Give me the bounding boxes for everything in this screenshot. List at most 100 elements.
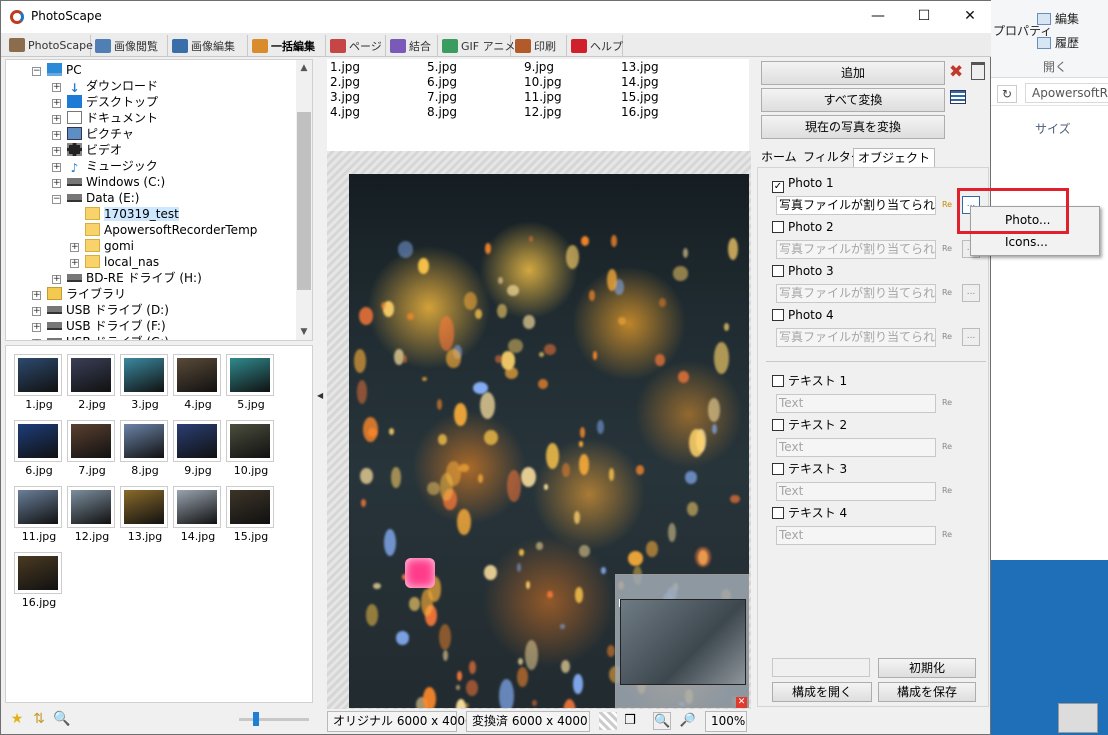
tab-4[interactable]: ページ: [326, 35, 386, 57]
tree-scrollbar[interactable]: ▲ ▼: [296, 60, 312, 340]
expand-icon[interactable]: +: [52, 163, 61, 172]
minimize-button[interactable]: —: [855, 1, 901, 31]
expand-icon[interactable]: +: [32, 291, 41, 300]
thumbnail-item[interactable]: 7.jpg: [67, 414, 117, 477]
text-input[interactable]: Text: [776, 394, 936, 413]
tree-item[interactable]: + USB ドライブ (D:): [32, 302, 169, 318]
tab-object[interactable]: オブジェクト: [853, 148, 936, 168]
refresh-icon[interactable]: ↻: [997, 85, 1017, 103]
desktop-app-icon[interactable]: [1058, 703, 1098, 733]
thumbnail-image[interactable]: [67, 486, 115, 528]
photo-checkbox[interactable]: [772, 309, 784, 321]
thumbnail-item[interactable]: 4.jpg: [173, 348, 223, 411]
file-list-item[interactable]: 9.jpg: [524, 60, 554, 74]
thumbnail-image[interactable]: [14, 354, 62, 396]
thumbnail-item[interactable]: 6.jpg: [14, 414, 64, 477]
thumbnail-image[interactable]: [14, 552, 62, 594]
file-list-item[interactable]: 6.jpg: [427, 75, 457, 89]
file-list-item[interactable]: 12.jpg: [524, 105, 562, 119]
text-checkbox[interactable]: [772, 463, 784, 475]
thumbnail-image[interactable]: [120, 354, 168, 396]
tree-item[interactable]: + local_nas: [70, 254, 159, 270]
tree-item[interactable]: + ビデオ: [52, 142, 122, 158]
photo-edit-icon[interactable]: Re: [938, 196, 956, 214]
panel-splitter[interactable]: ◀: [315, 345, 325, 439]
convert-all-button[interactable]: すべて変換: [761, 88, 945, 112]
folder-sync-icon[interactable]: ⇅: [31, 711, 47, 727]
tree-item[interactable]: + ライブラリ: [32, 286, 126, 302]
tree-item[interactable]: ApowersoftRecorderTemp: [70, 222, 257, 238]
tab-8[interactable]: ヘルプ: [567, 35, 623, 57]
photo-edit-icon[interactable]: Re: [938, 328, 956, 346]
collapse-icon[interactable]: −: [32, 67, 41, 76]
tree-item[interactable]: + ピクチャ: [52, 126, 134, 142]
photo-edit-icon[interactable]: Re: [938, 284, 956, 302]
thumbnail-item[interactable]: 12.jpg: [67, 480, 117, 543]
file-list-item[interactable]: 1.jpg: [330, 60, 360, 74]
file-list-item[interactable]: 8.jpg: [427, 105, 457, 119]
file-list-item[interactable]: 15.jpg: [621, 90, 659, 104]
navigator-close-icon[interactable]: ✕: [736, 697, 747, 708]
zoom-in-icon[interactable]: 🔎: [679, 712, 697, 730]
expand-icon[interactable]: +: [52, 275, 61, 284]
thumbnail-size-slider-knob[interactable]: [253, 712, 259, 726]
file-list-item[interactable]: 3.jpg: [330, 90, 360, 104]
thumbnail-item[interactable]: 11.jpg: [14, 480, 64, 543]
scroll-down-icon[interactable]: ▼: [296, 324, 312, 340]
convert-current-button[interactable]: 現在の写真を変換: [761, 115, 945, 139]
tab-home[interactable]: ホーム: [757, 148, 801, 168]
expand-icon[interactable]: +: [70, 259, 79, 268]
save-config-button[interactable]: 構成を保存: [878, 682, 976, 702]
thumbnail-item[interactable]: 3.jpg: [120, 348, 170, 411]
file-list-item[interactable]: 2.jpg: [330, 75, 360, 89]
text-checkbox[interactable]: [772, 419, 784, 431]
text-checkbox-row[interactable]: テキスト 1: [772, 374, 847, 390]
fit-screen-icon[interactable]: ❒: [621, 712, 639, 730]
close-button[interactable]: ✕: [947, 1, 993, 31]
thumbnail-item[interactable]: 9.jpg: [173, 414, 223, 477]
file-list-item[interactable]: 7.jpg: [427, 90, 457, 104]
tree-item[interactable]: + ドキュメント: [52, 110, 158, 126]
tab-5[interactable]: 結合: [386, 35, 438, 57]
photo-checkbox[interactable]: ✓: [772, 181, 784, 193]
thumbnail-item[interactable]: 2.jpg: [67, 348, 117, 411]
thumbnail-image[interactable]: [173, 486, 221, 528]
photo-checkbox-row[interactable]: Photo 4: [772, 308, 834, 324]
photo-file-field[interactable]: 写真ファイルが割り当てられていません: [776, 240, 936, 259]
tree-item[interactable]: + USB ドライブ (G:): [32, 334, 169, 340]
text-checkbox[interactable]: [772, 507, 784, 519]
expand-icon[interactable]: +: [52, 147, 61, 156]
expand-icon[interactable]: +: [52, 83, 61, 92]
expand-icon[interactable]: +: [32, 323, 41, 332]
tree-item[interactable]: + デスクトップ: [52, 94, 158, 110]
preset-field[interactable]: [772, 658, 870, 677]
thumbnail-item[interactable]: 13.jpg: [120, 480, 170, 543]
photo-browse-button[interactable]: ...: [962, 284, 980, 302]
expand-icon[interactable]: +: [52, 115, 61, 124]
thumbnail-item[interactable]: 10.jpg: [226, 414, 276, 477]
favorite-star-icon[interactable]: ★: [9, 711, 25, 727]
file-list-item[interactable]: 14.jpg: [621, 75, 659, 89]
file-list-item[interactable]: 10.jpg: [524, 75, 562, 89]
text-checkbox-row[interactable]: テキスト 3: [772, 462, 847, 478]
tree-item[interactable]: − PC: [32, 62, 82, 78]
explorer-path-input[interactable]: ApowersoftR: [1025, 83, 1108, 103]
expand-icon[interactable]: +: [32, 307, 41, 316]
text-edit-icon[interactable]: Re: [938, 438, 956, 456]
thumbnail-image[interactable]: [173, 420, 221, 462]
expand-icon[interactable]: +: [52, 131, 61, 140]
ribbon-history[interactable]: 履歴: [1037, 34, 1079, 51]
text-edit-icon[interactable]: Re: [938, 526, 956, 544]
tree-item[interactable]: − Data (E:): [52, 190, 139, 206]
photo-checkbox-row[interactable]: Photo 3: [772, 264, 834, 280]
file-list-item[interactable]: 4.jpg: [330, 105, 360, 119]
text-input[interactable]: Text: [776, 482, 936, 501]
file-list-item[interactable]: 5.jpg: [427, 60, 457, 74]
zoom-actual-icon[interactable]: 🔍: [653, 712, 671, 730]
thumbnail-image[interactable]: [14, 420, 62, 462]
collapse-icon[interactable]: −: [52, 195, 61, 204]
maximize-button[interactable]: ☐: [901, 1, 947, 31]
collapse-left-icon[interactable]: ◀: [317, 391, 323, 400]
remove-icon[interactable]: ✖: [949, 62, 963, 82]
explorer-column-size[interactable]: サイズ: [1035, 120, 1071, 137]
